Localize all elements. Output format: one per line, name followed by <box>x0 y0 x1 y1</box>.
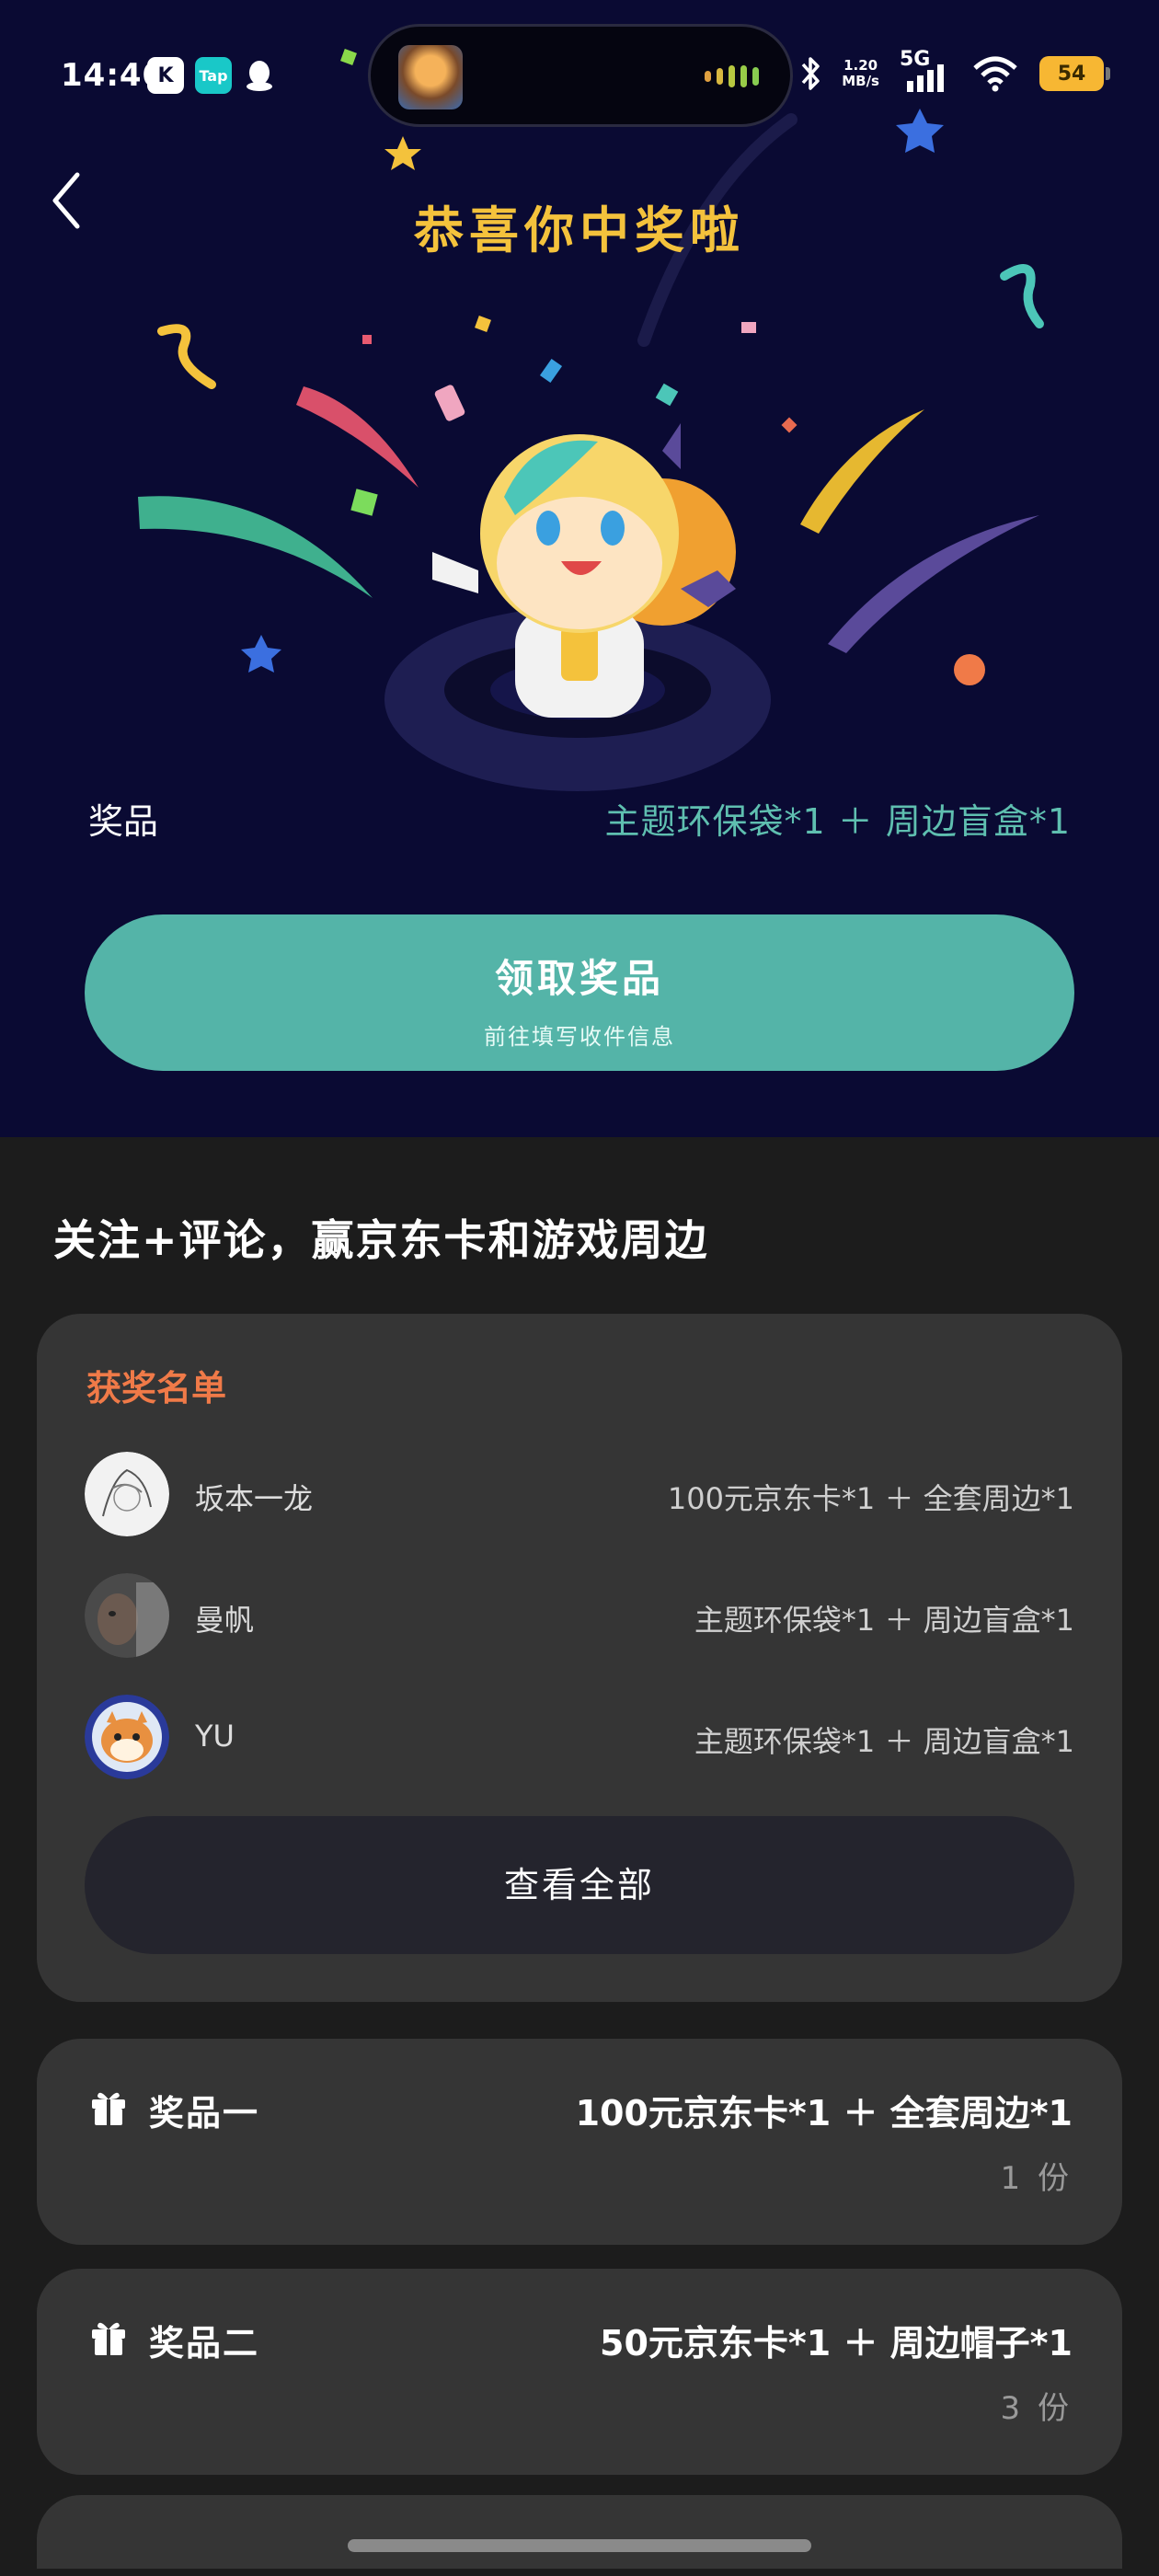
winner-prize: 主题环保袋*1 ＋ 周边盲盒*1 <box>694 1603 1074 1638</box>
prize-label: 奖品 <box>88 801 159 842</box>
prize-description: 50元京东卡*1 ＋ 周边帽子*1 <box>600 2323 1073 2363</box>
gift-icon <box>92 2092 125 2125</box>
bluetooth-icon <box>801 57 820 90</box>
prize-title: 奖品一 <box>149 2093 260 2133</box>
gift-icon <box>92 2322 125 2355</box>
winner-row[interactable]: YU 主题环保袋*1 ＋ 周边盲盒*1 <box>85 1695 1074 1783</box>
winners-heading: 获奖名单 <box>86 1368 227 1409</box>
campaign-title: 关注+评论，赢京东卡和游戏周边 <box>53 1215 709 1265</box>
cellular-signal-icon: 5G <box>900 48 951 94</box>
dynamic-island[interactable] <box>368 24 793 127</box>
prize-card-partial <box>37 2495 1122 2569</box>
winner-prize: 主题环保袋*1 ＋ 周边盲盒*1 <box>694 1724 1074 1759</box>
winner-row[interactable]: 坂本一龙 100元京东卡*1 ＋ 全套周边*1 <box>85 1452 1074 1540</box>
prize-value: 主题环保袋*1 ＋ 周边盲盒*1 <box>604 801 1071 842</box>
winners-card: 获奖名单 坂本一龙 100元京东卡*1 ＋ 全套周边*1 曼帆 主题环保袋*1 … <box>37 1314 1122 2002</box>
winner-prize: 100元京东卡*1 ＋ 全套周边*1 <box>667 1481 1074 1516</box>
status-indicators: 1.20 MB/s 5G 54 <box>799 48 1110 94</box>
prize-quantity: 1 份 <box>1000 2160 1073 2197</box>
claim-button-label: 领取奖品 <box>494 956 664 1001</box>
wifi-icon <box>973 56 1017 92</box>
page-title: 恭喜你中奖啦 <box>414 201 745 259</box>
avatar[interactable] <box>85 1452 169 1536</box>
avatar[interactable] <box>85 1695 169 1779</box>
battery-icon: 54 <box>1039 56 1110 91</box>
winner-name: 曼帆 <box>195 1603 255 1638</box>
avatar[interactable] <box>85 1573 169 1658</box>
winner-row[interactable]: 曼帆 主题环保袋*1 ＋ 周边盲盒*1 <box>85 1573 1074 1662</box>
prize-title: 奖品二 <box>149 2323 260 2363</box>
audio-visualizer-icon <box>705 65 759 87</box>
winner-name: YU <box>195 1719 235 1754</box>
prize-description: 100元京东卡*1 ＋ 全套周边*1 <box>575 2093 1073 2133</box>
home-indicator[interactable] <box>348 2539 811 2552</box>
winner-name: 坂本一龙 <box>195 1481 314 1516</box>
prize-quantity: 3 份 <box>1000 2390 1073 2427</box>
prize-card: 奖品一 100元京东卡*1 ＋ 全套周边*1 1 份 <box>37 2039 1122 2245</box>
claim-button-sublabel: 前往填写收件信息 <box>484 1024 675 1050</box>
network-speed: 1.20 MB/s <box>842 57 879 89</box>
now-playing-thumbnail[interactable] <box>398 45 463 109</box>
qq-penguin-icon <box>241 57 278 94</box>
status-bar: 14:40 K Tap 1.20 MB/s 5G 54 <box>0 0 1159 156</box>
hero-section: 14:40 K Tap 1.20 MB/s 5G 54 恭喜你中奖啦 奖品 主题… <box>0 0 1159 1137</box>
taptap-app-icon: Tap <box>195 57 232 94</box>
claim-prize-button[interactable]: 领取奖品 前往填写收件信息 <box>85 914 1074 1071</box>
kuaishou-app-icon: K <box>147 57 184 94</box>
view-all-button[interactable]: 查看全部 <box>85 1816 1074 1954</box>
prize-card: 奖品二 50元京东卡*1 ＋ 周边帽子*1 3 份 <box>37 2269 1122 2475</box>
